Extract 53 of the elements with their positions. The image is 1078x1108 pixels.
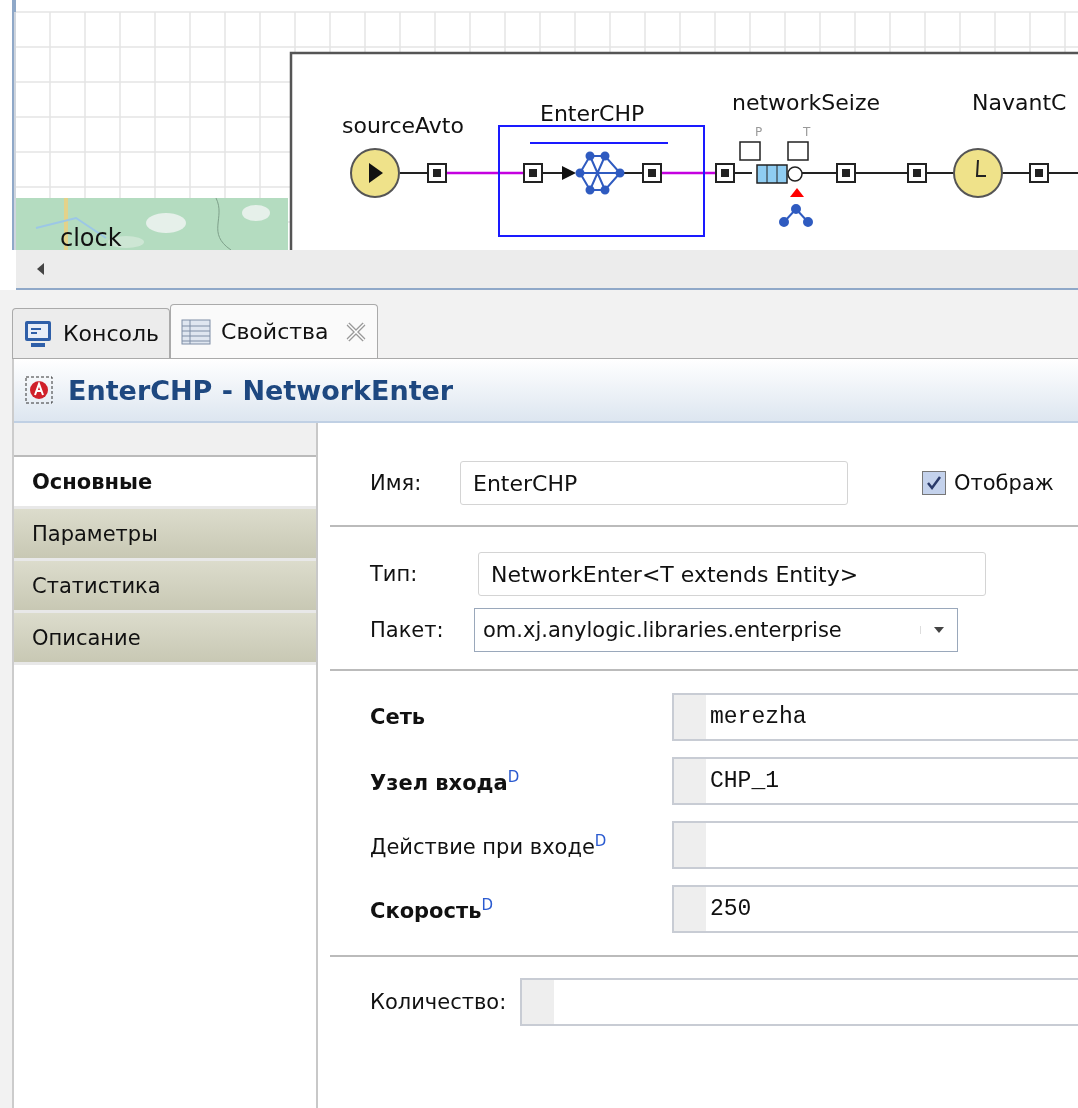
parameter-label: Действие при входе$^{D}$ — [370, 831, 607, 859]
port-icon — [715, 163, 735, 183]
section-tab[interactable]: Параметры — [14, 509, 316, 561]
properties-title: EnterCHP - NetworkEnter — [68, 374, 454, 406]
port-icon — [836, 163, 856, 183]
block-icon — [24, 375, 54, 405]
map-label: clock — [60, 224, 122, 250]
warning-icon — [790, 188, 804, 197]
block-label: networkSeize — [732, 90, 881, 115]
table-icon — [181, 318, 212, 345]
port-icon — [642, 163, 662, 183]
checkmark-icon — [925, 474, 943, 492]
parameter-label: Скорость$^{D}$ — [370, 895, 493, 923]
name-field[interactable]: EnterCHP — [460, 461, 848, 505]
source-icon[interactable] — [350, 148, 400, 198]
block-label: EnterCHP — [540, 101, 645, 126]
parameter-label: Узел входа$^{D}$ — [370, 767, 520, 795]
port-label: T — [803, 125, 811, 139]
parameter-label: Сеть — [370, 705, 426, 729]
port-icon — [427, 163, 447, 183]
quantity-field[interactable] — [520, 978, 1078, 1026]
code-field[interactable]: merezha — [672, 693, 1078, 741]
port-icon — [787, 141, 809, 161]
tree-icon — [779, 204, 813, 227]
port-label: P — [755, 125, 763, 139]
section-tab[interactable]: Описание — [14, 613, 316, 665]
package-dropdown[interactable]: om.xj.anylogic.libraries.enterprise — [474, 608, 958, 652]
field-label: Количество: — [369, 990, 508, 1014]
clock-icon[interactable] — [953, 148, 1003, 198]
close-icon[interactable] — [344, 320, 367, 343]
view-tab[interactable]: Свойства — [170, 304, 378, 358]
port-icon — [523, 163, 543, 183]
block-label: sourceAvto — [342, 113, 464, 138]
code-field[interactable]: CHP_1 — [672, 757, 1078, 805]
port-icon — [1029, 163, 1049, 183]
field-label: Пакет: — [369, 618, 445, 642]
network-icon[interactable] — [541, 151, 625, 195]
port-icon — [739, 141, 761, 161]
monitor-icon — [23, 318, 53, 349]
horizontal-scrollbar[interactable] — [16, 250, 1078, 290]
code-field[interactable]: 250 — [672, 885, 1078, 933]
section-tab[interactable]: Статистика — [14, 561, 316, 613]
field-label: Имя: — [369, 471, 423, 495]
field-label: Тип: — [369, 562, 419, 586]
type-field[interactable]: NetworkEnter<T extends Entity> — [478, 552, 986, 596]
block-label: NavantC — [972, 90, 1067, 115]
scroll-left-icon[interactable] — [36, 262, 46, 276]
port-icon — [907, 163, 927, 183]
view-tab[interactable]: Консоль — [12, 308, 171, 358]
queue-icon[interactable] — [756, 164, 803, 184]
show-checkbox[interactable] — [922, 471, 946, 495]
checkbox-label: Отображ — [954, 471, 1054, 495]
code-field[interactable] — [672, 821, 1078, 869]
